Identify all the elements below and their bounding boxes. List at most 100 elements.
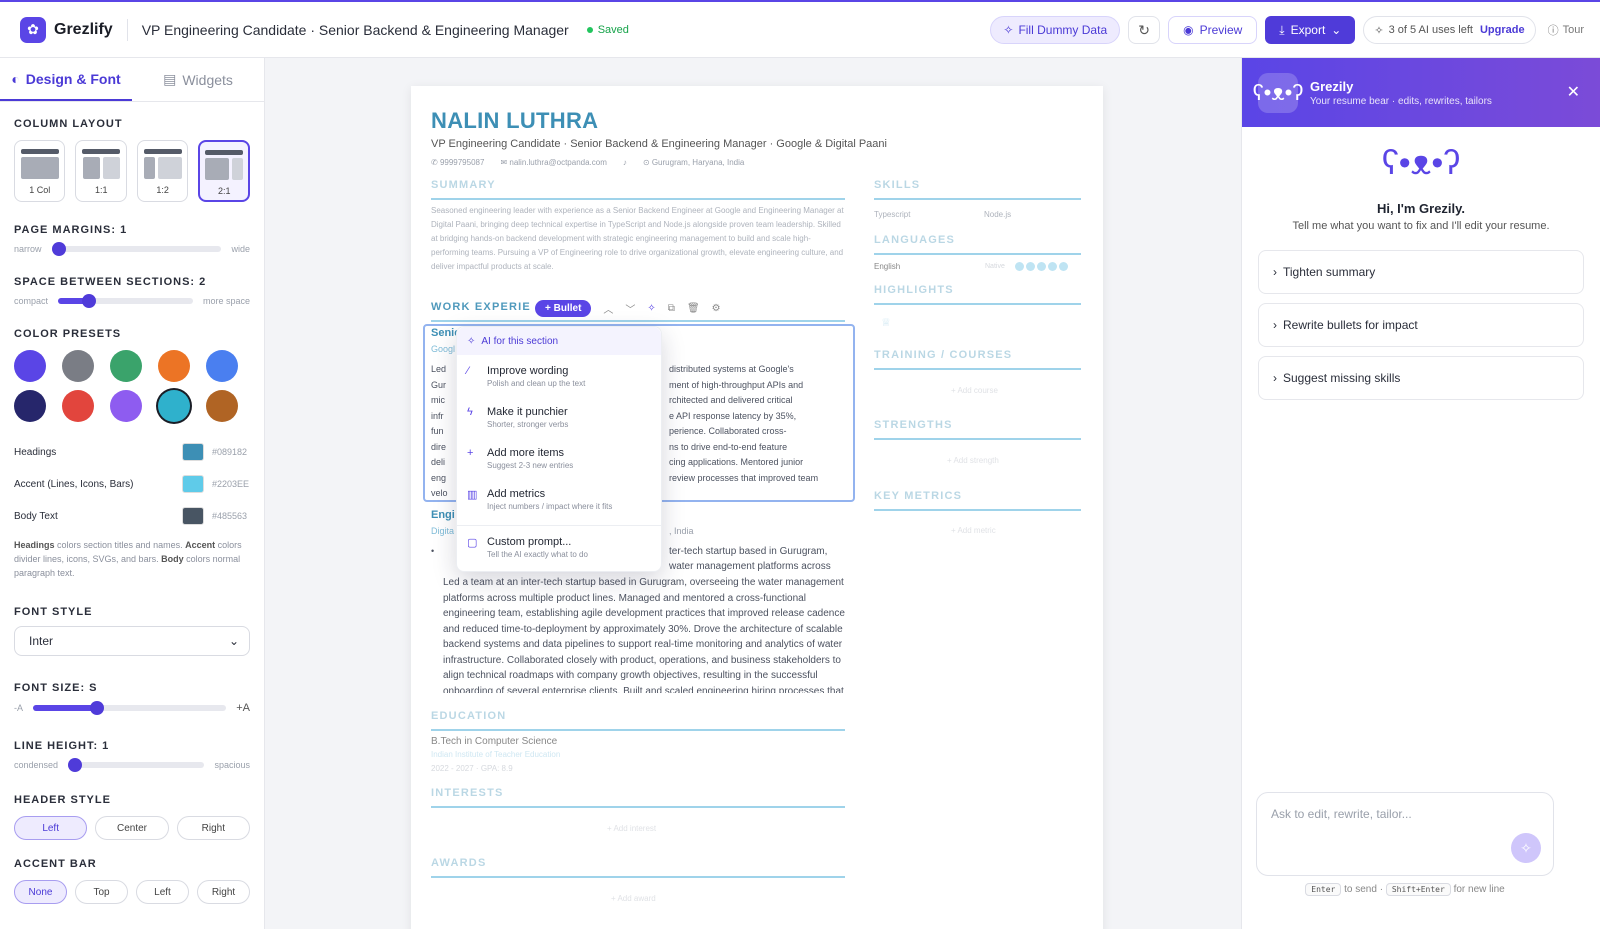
document-title[interactable]: VP Engineering Candidate · Senior Backen…	[142, 22, 569, 38]
tour-button[interactable]: ⓘ Tour	[1548, 22, 1584, 38]
divider	[126, 18, 128, 41]
summary-heading[interactable]: SUMMARY	[431, 179, 496, 191]
suggestion-rewrite-bullets[interactable]: › Rewrite bullets for impact	[1258, 303, 1584, 347]
strengths-heading[interactable]: STRENGTHS	[874, 419, 953, 431]
contact-email[interactable]: ✉ nalin.luthra@octpanda.com	[500, 158, 606, 167]
suggestion-tighten-summary[interactable]: › Tighten summary	[1258, 250, 1584, 294]
color-preset-swatch[interactable]	[62, 390, 94, 422]
slider-track[interactable]	[33, 701, 227, 715]
chat-input[interactable]: Ask to edit, rewrite, tailor... ✧	[1256, 792, 1554, 876]
resume-subtitle[interactable]: VP Engineering Candidate · Senior Backen…	[431, 138, 887, 150]
training-heading[interactable]: TRAINING / COURSES	[874, 349, 1012, 361]
languages-heading[interactable]: LANGUAGES	[874, 234, 955, 246]
contact-phone[interactable]: ✆ 9999795087	[431, 158, 484, 167]
font-style-select[interactable]: Inter ⌄	[14, 626, 250, 656]
add-course-button[interactable]: + Add course	[951, 384, 998, 398]
close-icon[interactable]: ✕	[1567, 82, 1580, 102]
menu-item-make-punchier[interactable]: ϟ Make it punchier Shorter, stronger verbs	[457, 396, 661, 437]
skill-item[interactable]: Typescript	[874, 208, 910, 222]
trophy-icon: ♕	[881, 317, 891, 329]
move-down-icon[interactable]: ﹀	[625, 301, 635, 316]
color-preset-swatch[interactable]	[158, 350, 190, 382]
layout-1-2[interactable]: 1:2	[136, 140, 189, 202]
header-style-left[interactable]: Left	[14, 816, 88, 840]
highlights-heading[interactable]: HIGHLIGHTS	[874, 284, 954, 296]
refresh-button[interactable]: ↻	[1128, 16, 1161, 44]
logo[interactable]: ✿ Grezlify	[20, 16, 113, 43]
slider-knob[interactable]	[90, 701, 104, 715]
layout-header-bar	[143, 149, 182, 154]
menu-item-improve-wording[interactable]: ⁄ Improve wording Polish and clean up the …	[457, 355, 661, 396]
color-picker[interactable]	[182, 507, 204, 525]
header-style-center[interactable]: Center	[95, 816, 169, 840]
job2-title[interactable]: Engi	[431, 508, 455, 524]
add-interest-button[interactable]: + Add interest	[607, 822, 656, 836]
color-picker[interactable]	[182, 443, 204, 461]
layout-2-1[interactable]: 2:1	[198, 140, 250, 202]
menu-item-add-more-items[interactable]: + Add more items Suggest 2-3 new entries	[457, 437, 661, 478]
color-preset-swatch[interactable]	[158, 390, 190, 422]
duplicate-icon[interactable]: ⧉	[668, 303, 675, 314]
trash-icon[interactable]: 🗑	[687, 303, 700, 314]
layout-1-1[interactable]: 1:1	[75, 140, 127, 202]
work-experience-heading[interactable]: WORK EXPERIE	[431, 301, 531, 313]
color-preset-swatch[interactable]	[62, 350, 94, 382]
slider-track[interactable]	[58, 294, 193, 308]
language-item[interactable]: English	[874, 260, 900, 274]
move-up-icon[interactable]: ︿	[603, 301, 613, 316]
slider-knob[interactable]	[51, 242, 66, 256]
color-preset-swatch[interactable]	[14, 350, 46, 382]
job1-company[interactable]: Googl	[431, 342, 455, 358]
key-metrics-heading[interactable]: KEY METRICS	[874, 490, 962, 502]
export-button[interactable]: ⤓ Export ⌄	[1265, 16, 1356, 44]
slider-knob[interactable]	[82, 294, 97, 308]
color-settings: Headings #089182 Accent (Lines, Icons, Bar…	[0, 436, 264, 532]
education-heading[interactable]: EDUCATION	[431, 710, 506, 722]
accent-bar-left[interactable]: Left	[136, 880, 189, 904]
slider-knob[interactable]	[68, 758, 83, 772]
add-bullet-button[interactable]: + Bullet	[535, 300, 592, 317]
ai-sparkle-icon[interactable]: ✧	[647, 303, 655, 314]
slider-track[interactable]	[68, 758, 205, 772]
tab-widgets[interactable]: ▤ Widgets	[132, 58, 264, 101]
skills-heading[interactable]: SKILLS	[874, 179, 920, 191]
skill-item[interactable]: Node.js	[984, 208, 1011, 222]
interests-heading[interactable]: INTERESTS	[431, 787, 504, 799]
preview-button[interactable]: ◉ Preview	[1168, 16, 1258, 44]
job2-bullet-text[interactable]: Led a team at an inter-tech startup base…	[443, 575, 847, 693]
settings-icon[interactable]: ⚙	[712, 303, 721, 314]
layout-label: 1:2	[156, 185, 169, 195]
color-preset-swatch[interactable]	[110, 350, 142, 382]
add-metric-button[interactable]: + Add metric	[951, 524, 996, 538]
summary-text[interactable]: Seasoned engineering leader with experie…	[431, 204, 845, 274]
add-strength-button[interactable]: + Add strength	[947, 454, 999, 468]
chevron-down-icon: ⌄	[1331, 23, 1342, 37]
add-award-button[interactable]: + Add award	[611, 892, 656, 906]
header-style-right[interactable]: Right	[176, 816, 250, 840]
menu-item-custom-prompt[interactable]: ▢ Custom prompt... Tell the AI exactly wha…	[457, 526, 661, 567]
slider-track[interactable]	[51, 242, 222, 256]
color-preset-swatch[interactable]	[110, 390, 142, 422]
slider-min-label: compact	[14, 296, 49, 306]
awards-heading[interactable]: AWARDS	[431, 857, 486, 869]
resume-name[interactable]: NALIN LUTHRA	[431, 108, 598, 134]
layout-1-col[interactable]: 1 Col	[14, 140, 66, 202]
send-button[interactable]: ✧	[1511, 833, 1541, 863]
menu-item-add-metrics[interactable]: ▥ Add metrics Inject numbers / impact wher…	[457, 478, 661, 519]
accent-bar-top[interactable]: Top	[75, 880, 128, 904]
fill-dummy-data-button[interactable]: ✧ Fill Dummy Data	[990, 16, 1121, 44]
color-preset-swatch[interactable]	[206, 390, 238, 422]
accent-bar-right[interactable]: Right	[197, 880, 250, 904]
upgrade-link[interactable]: Upgrade	[1480, 24, 1525, 36]
color-preset-swatch[interactable]	[14, 390, 46, 422]
suggestion-missing-skills[interactable]: › Suggest missing skills	[1258, 356, 1584, 400]
job2-company[interactable]: Digita	[431, 524, 454, 540]
accent-bar-none[interactable]: None	[14, 880, 67, 904]
header-style-label: HEADER STYLE	[14, 794, 111, 806]
color-picker[interactable]	[182, 475, 204, 493]
contact-location[interactable]: ⊙ Gurugram, Haryana, India	[643, 158, 744, 167]
link-icon[interactable]: ♪	[623, 158, 627, 167]
tab-design-font[interactable]: ◐ Design & Font	[0, 58, 132, 101]
color-preset-swatch[interactable]	[206, 350, 238, 382]
job1-bullet-text[interactable]: distributed systems at Google's ment of …	[669, 362, 849, 486]
